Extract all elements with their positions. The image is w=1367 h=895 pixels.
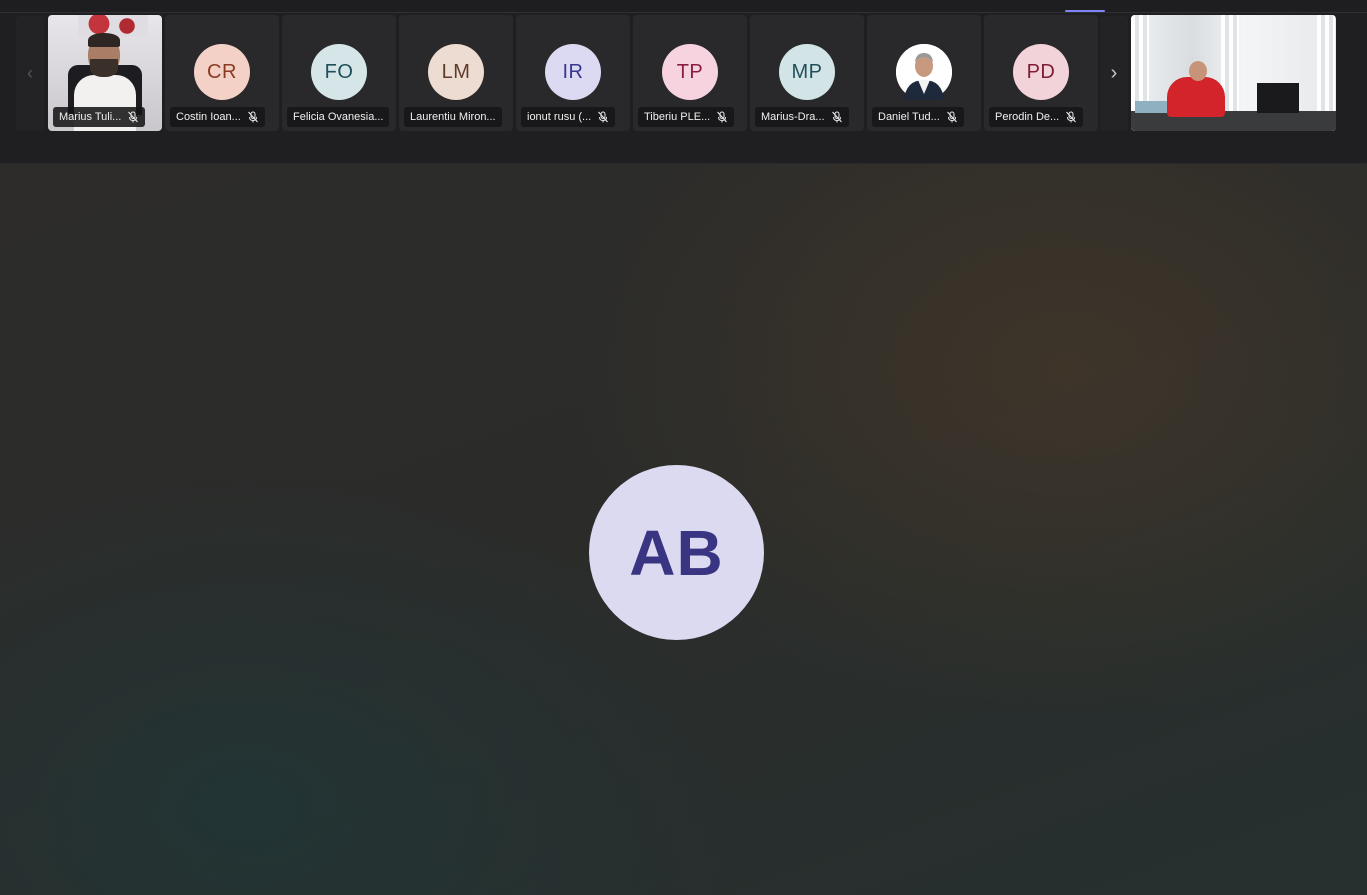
participant-name-label: Marius-Dra...: [755, 107, 849, 127]
mic-off-icon: [128, 111, 139, 123]
main-speaker-avatar[interactable]: AB: [589, 465, 764, 640]
main-speaker-initials: AB: [629, 516, 724, 589]
participant-gallery: ‹ Marius Tuli... CR Costin Ioan... FO Felici…: [0, 13, 1367, 164]
participant-name: Daniel Tud...: [878, 111, 940, 123]
raise-tab[interactable]: [1173, 0, 1203, 10]
person-hair: [88, 33, 120, 47]
participant-name: Laurentiu Miron...: [410, 111, 496, 123]
main-stage: AB: [0, 164, 1367, 895]
participant-name-label: Costin Ioan...: [170, 107, 265, 127]
participant-avatar: LM: [428, 44, 484, 100]
participant-tile[interactable]: Daniel Tud...: [867, 15, 981, 131]
participant-tile[interactable]: TP Tiberiu PLE...: [633, 15, 747, 131]
react-tab[interactable]: [1225, 0, 1255, 10]
participant-avatar: CR: [194, 44, 250, 100]
chevron-left-icon: ‹: [27, 63, 33, 83]
participant-avatar: TP: [662, 44, 718, 100]
participant-name: Felicia Ovanesia...: [293, 111, 384, 123]
participant-avatar: MP: [779, 44, 835, 100]
participant-name-label: Felicia Ovanesia...: [287, 107, 390, 127]
participant-avatar: PD: [1013, 44, 1069, 100]
mic-off-icon: [598, 111, 609, 123]
participant-name: ionut rusu (...: [527, 111, 592, 123]
chat-tab[interactable]: [1065, 0, 1105, 12]
profile-photo: [896, 44, 952, 100]
participant-name-label: ionut rusu (...: [521, 107, 616, 127]
view-tab[interactable]: [1277, 0, 1307, 10]
participant-name: Marius-Dra...: [761, 111, 825, 123]
participant-tile[interactable]: FO Felicia Ovanesia...: [282, 15, 396, 131]
desk: [1131, 111, 1336, 131]
person-head: [1189, 61, 1207, 81]
monitor: [1257, 83, 1299, 113]
participant-name-label: Laurentiu Miron...: [404, 107, 502, 127]
participant-tile[interactable]: PD Perodin De...: [984, 15, 1098, 131]
participant-name-label: Perodin De...: [989, 107, 1084, 127]
participant-name: Tiberiu PLE...: [644, 111, 711, 123]
person: [1167, 77, 1225, 117]
participant-name-label: Daniel Tud...: [872, 107, 964, 127]
participant-tile[interactable]: MP Marius-Dra...: [750, 15, 864, 131]
self-video-preview[interactable]: [1131, 15, 1336, 131]
participant-tile[interactable]: IR ionut rusu (...: [516, 15, 630, 131]
participant-tile[interactable]: Marius Tuli...: [48, 15, 162, 131]
papers: [1135, 101, 1169, 113]
chevron-right-icon: ›: [1110, 62, 1118, 84]
participant-name: Marius Tuli...: [59, 111, 122, 123]
participant-avatar: FO: [311, 44, 367, 100]
participant-name: Perodin De...: [995, 111, 1060, 123]
participant-name: Costin Ioan...: [176, 111, 241, 123]
mic-off-icon: [1066, 111, 1077, 123]
mic-off-icon: [831, 111, 842, 123]
mic-off-icon: [247, 111, 258, 123]
toolbar-tabs: [1065, 0, 1359, 12]
participant-tile[interactable]: LM Laurentiu Miron...: [399, 15, 513, 131]
mic-off-icon: [717, 111, 728, 123]
more-tab[interactable]: [1329, 0, 1359, 10]
gallery-prev-button[interactable]: ‹: [16, 16, 44, 131]
participant-tile[interactable]: CR Costin Ioan...: [165, 15, 279, 131]
participant-avatar: [896, 44, 952, 100]
top-toolbar: [0, 0, 1367, 13]
people-tab[interactable]: [1121, 0, 1151, 10]
gallery-next-button[interactable]: ›: [1100, 16, 1128, 131]
participant-name-label: Tiberiu PLE...: [638, 107, 735, 127]
participant-avatar: IR: [545, 44, 601, 100]
mic-off-icon: [946, 111, 957, 123]
person-beard: [90, 59, 118, 77]
participant-name-label: Marius Tuli...: [53, 107, 146, 127]
